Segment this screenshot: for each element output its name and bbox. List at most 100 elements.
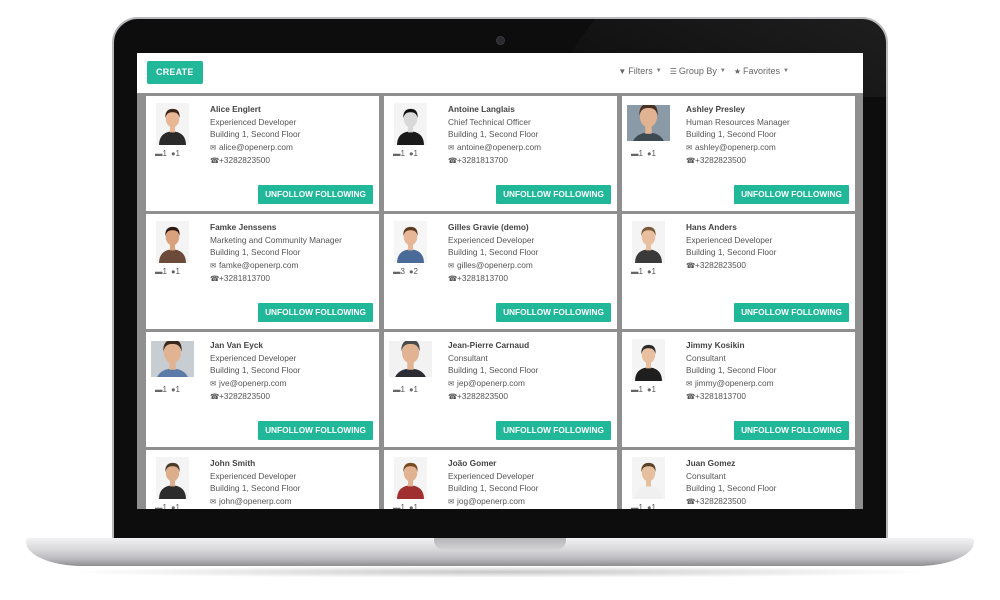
employee-info: João Gomer Experienced Developer Buildin…	[448, 457, 614, 508]
followers-count: ●2	[408, 267, 418, 276]
kanban-view: ▬1 ●1 Alice Englert Experienced Develope…	[137, 93, 863, 509]
employee-stats: ▬1 ●1	[393, 149, 418, 158]
employee-phone: ☎+3282823500	[210, 390, 376, 404]
employee-photo[interactable]	[632, 339, 665, 381]
employee-info: Jean-Pierre Carnaud Consultant Building …	[448, 339, 614, 404]
messages-count: ▬3	[393, 267, 405, 276]
comments-icon: ▬	[631, 149, 639, 158]
favorites-dropdown[interactable]: ★ Favorites ▼	[734, 66, 789, 76]
messages-count: ▬1	[631, 503, 643, 509]
unfollow-button[interactable]: UNFOLLOW FOLLOWING	[734, 303, 849, 322]
envelope-icon: ✉	[210, 142, 217, 152]
employee-name[interactable]: Alice Englert	[210, 103, 376, 116]
employee-phone: ☎+3281813700	[210, 272, 376, 286]
employee-location: Building 1, Second Floor	[686, 247, 777, 258]
comments-icon: ▬	[155, 503, 163, 509]
phone-icon: ☎	[448, 392, 458, 402]
employee-card[interactable]: ▬3 ●2 Gilles Gravie (demo) Experienced D…	[384, 214, 617, 329]
employee-job-title: Experienced Developer	[210, 470, 297, 481]
employee-stats: ▬1 ●1	[155, 503, 180, 509]
phone-icon: ☎	[686, 496, 696, 506]
employee-email[interactable]: ✉ ashley@openerp.com	[686, 141, 852, 155]
employee-card[interactable]: ▬1 ●1 Jimmy Kosikin Consultant Building …	[622, 332, 855, 447]
employee-name[interactable]: Gilles Gravie (demo)	[448, 221, 614, 234]
employee-card[interactable]: ▬1 ●1 Famke Jenssens Marketing and Commu…	[146, 214, 379, 329]
envelope-icon: ✉	[448, 260, 455, 270]
employee-photo[interactable]	[394, 103, 427, 145]
employee-card[interactable]: ▬1 ●1 Juan Gomez Consultant Building 1, …	[622, 450, 855, 509]
employee-email[interactable]: ✉ john@openerp.com	[210, 495, 376, 509]
employee-location: Building 1, Second Floor	[210, 129, 301, 140]
employee-card[interactable]: ▬1 ●1 John Smith Experienced Developer B…	[146, 450, 379, 509]
followers-count: ●1	[170, 385, 180, 394]
employee-email[interactable]: ✉ antoine@openerp.com	[448, 141, 614, 155]
envelope-icon: ✉	[210, 378, 217, 388]
employee-phone: ☎+3282823500	[448, 390, 614, 404]
employee-photo[interactable]	[389, 341, 432, 377]
employee-job-title: Experienced Developer	[210, 116, 297, 127]
employee-location: Building 1, Second Floor	[686, 365, 777, 376]
employee-info: Hans Anders Experienced Developer Buildi…	[686, 221, 852, 272]
employee-email[interactable]: ✉ alice@openerp.com	[210, 141, 376, 155]
employee-location: Building 1, Second Floor	[210, 365, 301, 376]
envelope-icon: ✉	[686, 142, 693, 152]
comments-icon: ▬	[393, 385, 401, 394]
employee-name[interactable]: John Smith	[210, 457, 376, 470]
employee-photo[interactable]	[156, 457, 189, 499]
employee-card[interactable]: ▬1 ●1 Jean-Pierre Carnaud Consultant Bui…	[384, 332, 617, 447]
employee-card[interactable]: ▬1 ●1 Hans Anders Experienced Developer …	[622, 214, 855, 329]
unfollow-button[interactable]: UNFOLLOW FOLLOWING	[258, 185, 373, 204]
employee-email[interactable]: ✉ jimmy@openerp.com	[686, 377, 852, 391]
employee-name[interactable]: João Gomer	[448, 457, 614, 470]
employee-email[interactable]: ✉ famke@openerp.com	[210, 259, 376, 273]
employee-card[interactable]: ▬1 ●1 Ashley Presley Human Resources Man…	[622, 96, 855, 211]
employee-job-title: Marketing and Community Manager	[210, 234, 342, 245]
filters-dropdown[interactable]: ▼ Filters ▼	[618, 66, 661, 76]
employee-name[interactable]: Jan Van Eyck	[210, 339, 376, 352]
employee-photo[interactable]	[156, 221, 189, 263]
employee-card[interactable]: ▬1 ●1 Antoine Langlais Chief Technical O…	[384, 96, 617, 211]
create-button[interactable]: CREATE	[147, 61, 203, 84]
employee-card[interactable]: ▬1 ●1 Alice Englert Experienced Develope…	[146, 96, 379, 211]
employee-location: Building 1, Second Floor	[448, 365, 539, 376]
employee-email[interactable]: ✉ jog@openerp.com	[448, 495, 614, 509]
unfollow-button[interactable]: UNFOLLOW FOLLOWING	[258, 421, 373, 440]
phone-icon: ☎	[686, 156, 696, 166]
employee-photo[interactable]	[627, 105, 670, 141]
employee-photo[interactable]	[632, 457, 665, 499]
unfollow-button[interactable]: UNFOLLOW FOLLOWING	[496, 185, 611, 204]
employee-card[interactable]: ▬1 ●1 João Gomer Experienced Developer B…	[384, 450, 617, 509]
employee-card[interactable]: ▬1 ●1 Jan Van Eyck Experienced Developer…	[146, 332, 379, 447]
envelope-icon: ✉	[448, 496, 455, 506]
employee-name[interactable]: Ashley Presley	[686, 103, 852, 116]
employee-photo[interactable]	[394, 457, 427, 499]
employee-email[interactable]: ✉ gilles@openerp.com	[448, 259, 614, 273]
employee-photo[interactable]	[156, 103, 189, 145]
messages-count: ▬1	[631, 149, 643, 158]
employee-name[interactable]: Hans Anders	[686, 221, 852, 234]
followers-count: ●1	[647, 503, 656, 509]
messages-count: ▬1	[393, 149, 405, 158]
unfollow-button[interactable]: UNFOLLOW FOLLOWING	[496, 421, 611, 440]
employee-name[interactable]: Famke Jenssens	[210, 221, 376, 234]
unfollow-button[interactable]: UNFOLLOW FOLLOWING	[258, 303, 373, 322]
employee-name[interactable]: Antoine Langlais	[448, 103, 614, 116]
employee-photo[interactable]	[151, 341, 194, 377]
employee-photo[interactable]	[632, 221, 665, 263]
employee-info: Alice Englert Experienced Developer Buil…	[210, 103, 376, 168]
employee-email[interactable]: ✉ jve@openerp.com	[210, 377, 376, 391]
employee-email[interactable]: ✉ jep@openerp.com	[448, 377, 614, 391]
groupby-dropdown[interactable]: ☰ Group By ▼	[670, 66, 726, 76]
unfollow-button[interactable]: UNFOLLOW FOLLOWING	[496, 303, 611, 322]
employee-name[interactable]: Juan Gomez	[686, 457, 852, 470]
followers-count: ●1	[171, 503, 180, 509]
envelope-icon: ✉	[686, 378, 693, 388]
followers-count: ●1	[646, 385, 656, 394]
employee-stats: ▬1 ●1	[155, 267, 180, 276]
unfollow-button[interactable]: UNFOLLOW FOLLOWING	[734, 421, 849, 440]
employee-name[interactable]: Jimmy Kosikin	[686, 339, 852, 352]
comments-icon: ▬	[155, 267, 163, 276]
employee-photo[interactable]	[394, 221, 427, 263]
employee-name[interactable]: Jean-Pierre Carnaud	[448, 339, 614, 352]
unfollow-button[interactable]: UNFOLLOW FOLLOWING	[734, 185, 849, 204]
